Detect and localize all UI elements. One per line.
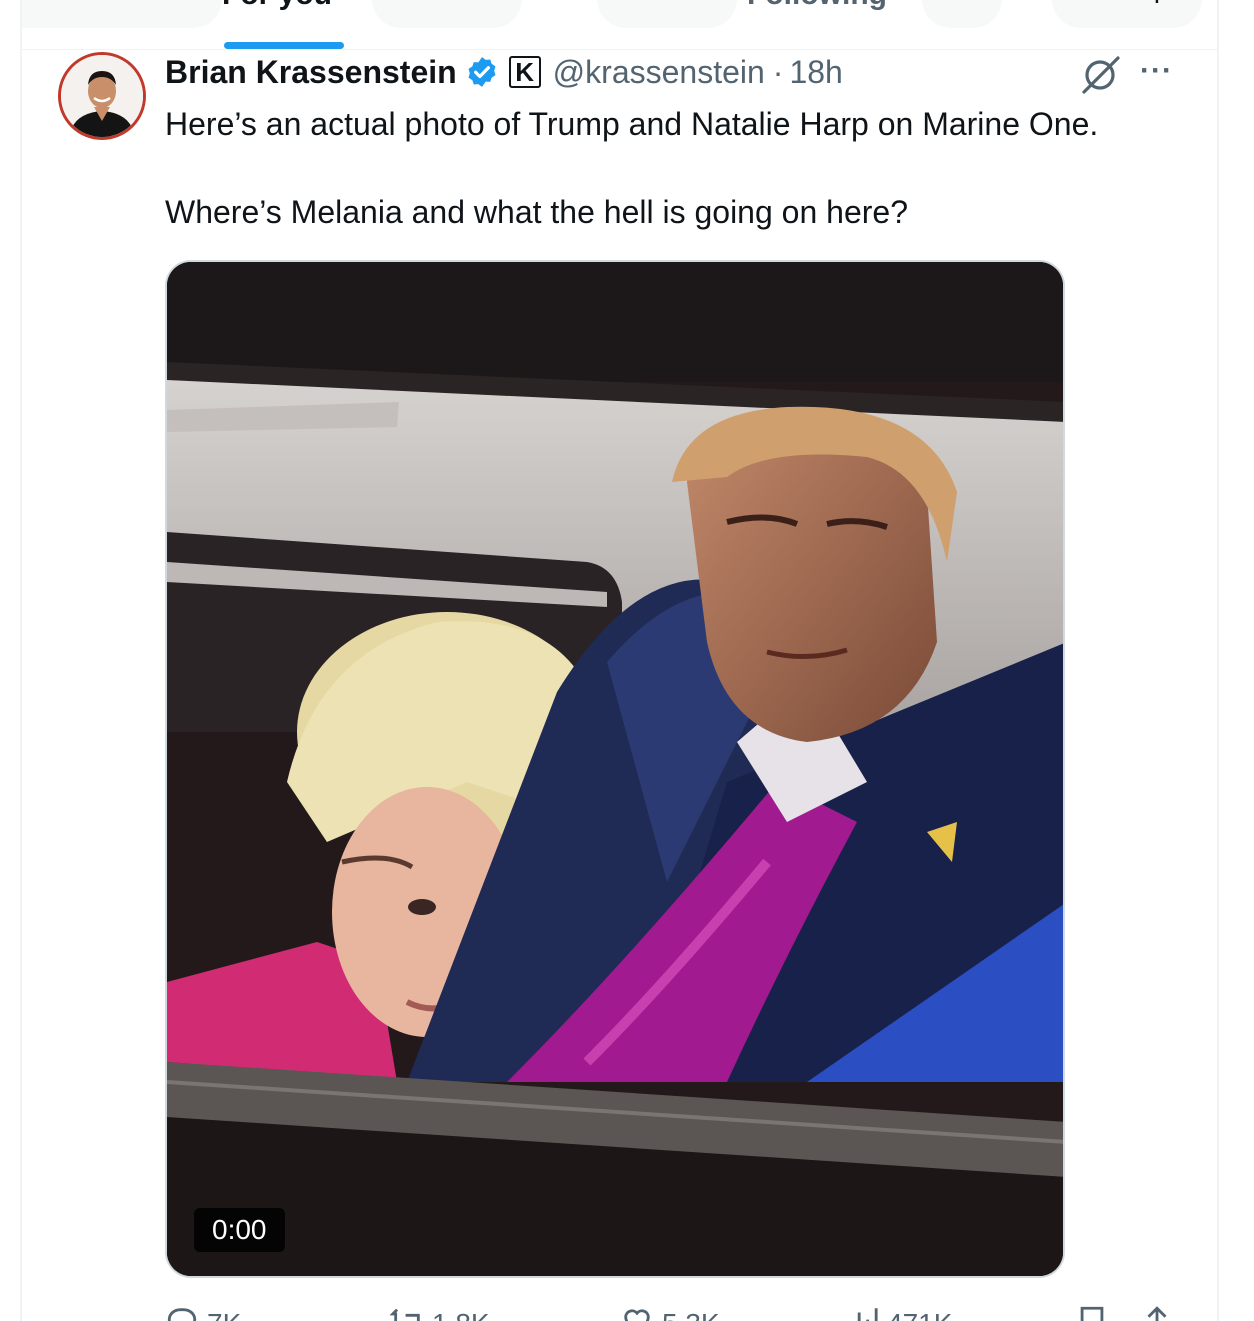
share-button[interactable] [1140, 1304, 1174, 1321]
grok-icon[interactable] [1078, 52, 1122, 96]
tab-pill-bg [372, 0, 522, 28]
column-border-left [20, 0, 22, 1321]
bookmark-icon [1080, 1306, 1104, 1321]
reply-count: 7K [207, 1308, 241, 1321]
share-icon [1147, 1306, 1167, 1321]
add-tab-button[interactable]: + [1147, 0, 1167, 15]
like-icon [624, 1309, 650, 1321]
tab-pill-bg [22, 0, 222, 28]
retweet-icon [390, 1308, 420, 1321]
tab-pill-bg [922, 0, 1002, 28]
tweet-text-line: Here’s an actual photo of Trump and Nata… [165, 106, 1099, 142]
column-border-right [1217, 0, 1219, 1321]
active-tab-indicator [224, 42, 344, 49]
views-count: 471K [887, 1308, 952, 1321]
views-button[interactable]: 471K [845, 1304, 952, 1321]
retweet-count: 1.8K [432, 1308, 490, 1321]
like-count: 5.3K [662, 1308, 720, 1321]
avatar[interactable] [58, 52, 146, 140]
retweet-button[interactable]: 1.8K [390, 1304, 490, 1321]
tab-pill-bg [1052, 0, 1202, 28]
tweet-text-line: Where’s Melania and what the hell is goi… [165, 194, 908, 230]
tab-pill-bg [597, 0, 737, 28]
author-handle[interactable]: @krassenstein [553, 54, 765, 91]
separator-dot: · [772, 53, 784, 90]
video-duration: 0:00 [194, 1208, 285, 1252]
video-thumbnail [167, 262, 1063, 1276]
tweet-video[interactable]: 0:00 [165, 260, 1065, 1278]
tab-for-you[interactable]: For you [222, 0, 332, 12]
reply-button[interactable]: 7K [165, 1304, 241, 1321]
timeline-tab-bar: For you Following + [22, 0, 1217, 50]
tweet-text: Here’s an actual photo of Trump and Nata… [165, 104, 1205, 232]
views-icon [857, 1308, 878, 1321]
reply-icon [167, 1308, 197, 1321]
more-options-icon[interactable]: ··· [1140, 54, 1173, 88]
author-name[interactable]: Brian Krassenstein [165, 54, 457, 91]
tab-following[interactable]: Following [747, 0, 887, 12]
tweet-actions: 7K 1.8K 5.3K 471K [165, 1304, 1185, 1321]
affiliate-badge: K [508, 56, 541, 88]
bookmark-button[interactable] [1075, 1304, 1109, 1321]
tweet-header: Brian Krassenstein K @krassenstein · 18h [165, 50, 843, 94]
verified-badge-icon [468, 57, 496, 87]
tweet-timestamp[interactable]: 18h [789, 54, 842, 91]
like-button[interactable]: 5.3K [620, 1304, 720, 1321]
